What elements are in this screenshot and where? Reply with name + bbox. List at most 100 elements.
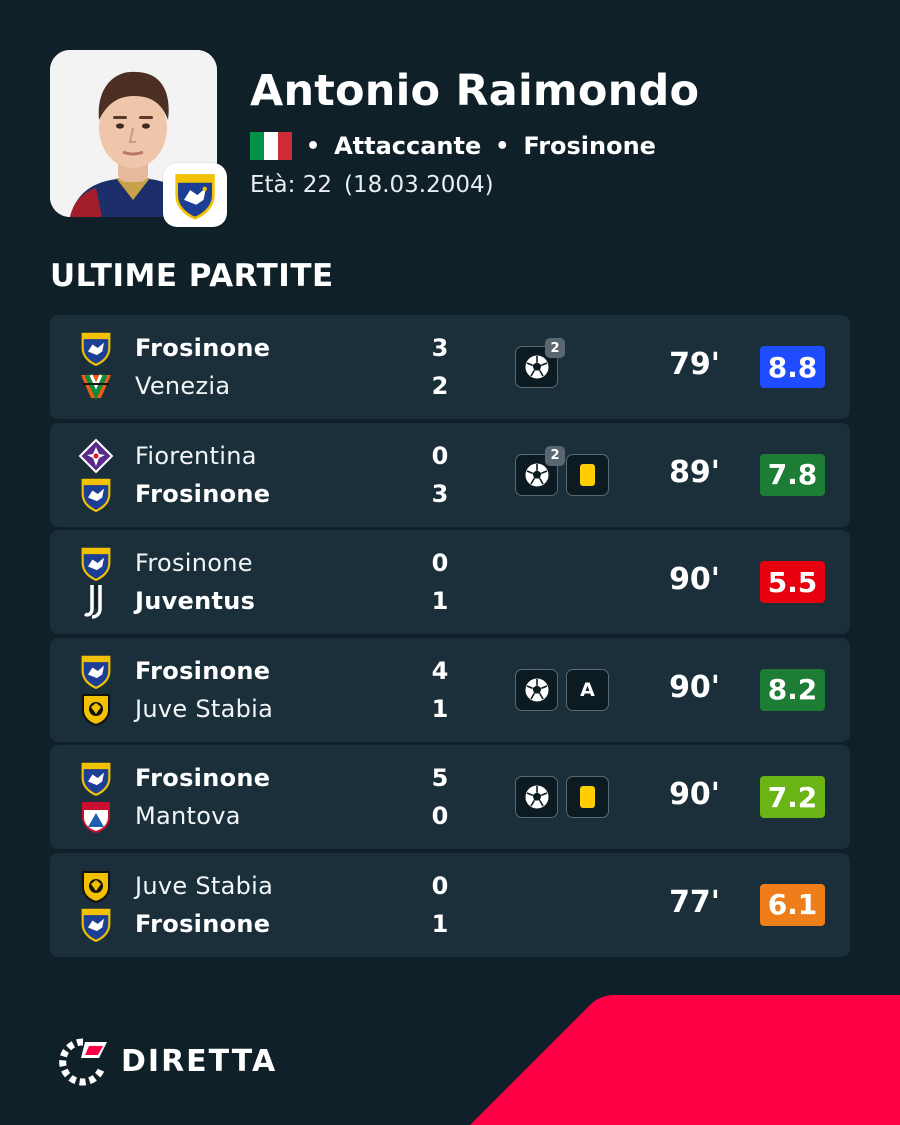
- home-team-name: Frosinone: [135, 549, 253, 578]
- home-team-name: Juve Stabia: [135, 871, 274, 900]
- italy-flag-icon: [250, 132, 292, 160]
- away-team: Frosinone 3: [50, 475, 470, 513]
- event-assist-icon: A: [566, 668, 609, 711]
- frosinone-logo: [78, 330, 114, 366]
- away-team-score: 2: [431, 372, 449, 400]
- home-team-score: 4: [431, 656, 449, 685]
- juventus-logo: [78, 583, 114, 619]
- away-team-name: Mantova: [135, 802, 241, 831]
- section-title: ULTIME PARTITE: [50, 258, 334, 294]
- away-team: Mantova 0: [50, 797, 470, 835]
- match-events: 2: [515, 445, 609, 496]
- frosinone-logo: [78, 476, 114, 512]
- match-events: 2: [515, 338, 565, 388]
- home-team-score: 5: [431, 764, 449, 793]
- minutes-played: 90': [669, 669, 720, 705]
- away-team: Juve Stabia 1: [50, 690, 470, 728]
- event-yellow-card-icon: [566, 776, 609, 819]
- home-team-name: Fiorentina: [135, 441, 257, 470]
- away-team: Frosinone 1: [50, 905, 470, 943]
- home-team: Frosinone 3: [50, 329, 470, 367]
- home-team: Frosinone 0: [50, 544, 470, 582]
- birth-date: (18.03.2004): [343, 172, 494, 198]
- player-rating-badge: 7.8: [760, 453, 825, 496]
- home-team: Fiorentina 0: [50, 437, 470, 475]
- minutes-played: 90': [669, 777, 720, 813]
- player-position: Attaccante: [334, 132, 482, 160]
- brand-logo: DIRETTA: [55, 1036, 277, 1086]
- away-team-score: 3: [431, 479, 449, 508]
- event-goal-icon: [515, 668, 558, 711]
- home-team: Frosinone 5: [50, 759, 470, 797]
- player-name: Antonio Raimondo: [250, 66, 700, 116]
- club-badge: [163, 163, 227, 227]
- match-row[interactable]: Frosinone 4 Juve Stabia 1 A 90' 8.2: [50, 637, 850, 742]
- player-rating-badge: 7.2: [760, 776, 825, 819]
- player-team: Frosinone: [523, 132, 656, 160]
- player-meta: • Attaccante • Frosinone: [250, 130, 656, 162]
- home-team-score: 0: [431, 549, 449, 578]
- separator-dot: •: [306, 133, 321, 159]
- player-age: Età: 22 (18.03.2004): [250, 172, 494, 198]
- goal-icon: [523, 676, 551, 704]
- match-row[interactable]: Fiorentina 0 Frosinone 3 2 89' 7.8: [50, 422, 850, 527]
- home-team-score: 3: [431, 334, 449, 362]
- minutes-played: 79': [669, 347, 720, 382]
- brand-accent-shape: [470, 995, 900, 1125]
- assist-icon: A: [580, 678, 595, 701]
- minutes-played: 89': [669, 454, 720, 490]
- away-team: Venezia 2: [50, 367, 470, 405]
- mantova-logo: [78, 798, 114, 834]
- player-rating-badge: 5.5: [760, 561, 825, 604]
- match-list: Frosinone 3 Venezia 2 2 79' 8.8 Fiorentina…: [50, 315, 850, 961]
- home-team-name: Frosinone: [135, 334, 271, 362]
- minutes-played: 77': [669, 884, 720, 920]
- match-row[interactable]: Frosinone 0 Juventus 1 90' 5.5: [50, 530, 850, 635]
- event-count-badge: 2: [545, 338, 565, 358]
- yellow-card-icon: [580, 786, 595, 809]
- away-team-name: Juve Stabia: [135, 694, 274, 723]
- brand-name: DIRETTA: [121, 1043, 278, 1079]
- home-team-name: Frosinone: [135, 656, 271, 685]
- away-team-name: Juventus: [135, 587, 256, 616]
- frosinone-logo: [175, 174, 215, 220]
- player-rating-badge: 8.2: [760, 668, 825, 711]
- away-team-score: 0: [431, 802, 449, 831]
- juve-stabia-logo: [78, 868, 114, 904]
- match-row[interactable]: Frosinone 3 Venezia 2 2 79' 8.8: [50, 315, 850, 419]
- frosinone-logo: [78, 545, 114, 582]
- away-team-score: 1: [431, 694, 449, 723]
- fiorentina-logo: [78, 438, 114, 474]
- event-yellow-card-icon: [566, 453, 609, 496]
- age-label: Età: 22: [250, 172, 332, 198]
- yellow-card-icon: [580, 463, 595, 486]
- juve-stabia-logo: [78, 691, 114, 727]
- frosinone-logo: [78, 760, 114, 797]
- event-count-badge: 2: [545, 445, 565, 466]
- venezia-logo: [78, 368, 114, 404]
- minutes-played: 90': [669, 562, 720, 598]
- home-team: Juve Stabia 0: [50, 867, 470, 905]
- frosinone-logo: [78, 906, 114, 942]
- match-row[interactable]: Frosinone 5 Mantova 0 90' 7.2: [50, 745, 850, 850]
- goal-icon: [523, 783, 551, 811]
- match-events: [515, 776, 609, 819]
- event-goal-icon: [515, 776, 558, 819]
- diretta-logo-icon: [59, 1038, 107, 1086]
- away-team-name: Frosinone: [135, 479, 271, 508]
- match-events: A: [515, 668, 609, 711]
- home-team-score: 0: [431, 441, 449, 470]
- away-team-score: 1: [431, 909, 449, 938]
- event-goal-icon: 2: [515, 445, 565, 496]
- separator-dot: •: [495, 133, 510, 159]
- match-row[interactable]: Juve Stabia 0 Frosinone 1 77' 6.1: [50, 852, 850, 957]
- player-rating-badge: 6.1: [760, 883, 825, 926]
- home-team: Frosinone 4: [50, 652, 470, 690]
- event-goal-icon: 2: [515, 338, 565, 388]
- frosinone-logo: [78, 653, 114, 689]
- away-team-score: 1: [431, 587, 449, 616]
- away-team: Juventus 1: [50, 582, 470, 620]
- home-team-score: 0: [431, 871, 449, 900]
- home-team-name: Frosinone: [135, 764, 271, 793]
- player-rating-badge: 8.8: [760, 346, 825, 388]
